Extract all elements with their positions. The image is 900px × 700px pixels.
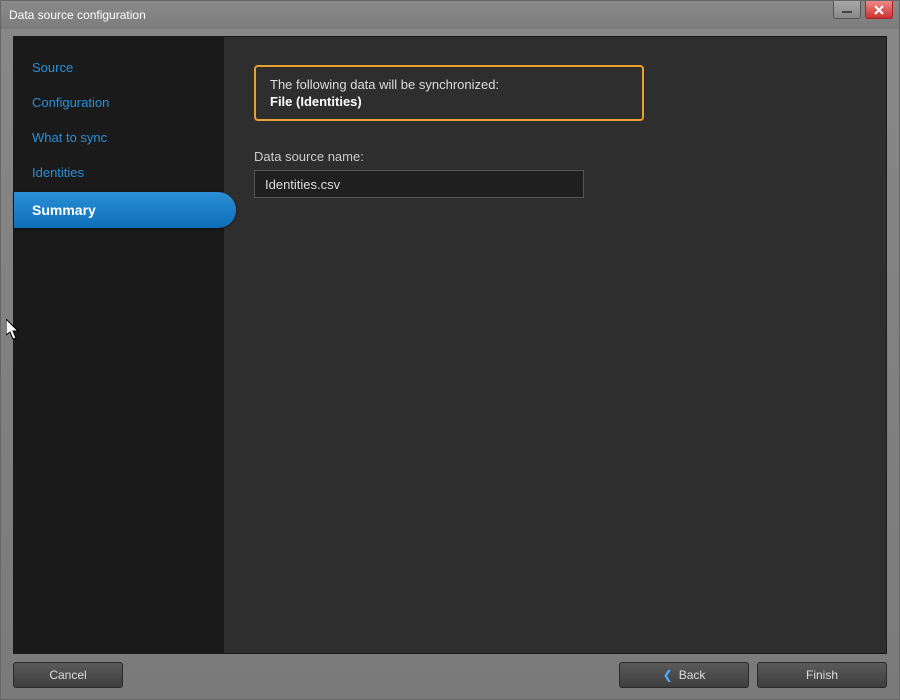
back-button-label: Back [679, 668, 706, 682]
sidebar-item-configuration[interactable]: Configuration [14, 87, 224, 118]
content-area: The following data will be synchronized:… [224, 37, 886, 653]
sidebar-item-summary[interactable]: Summary [14, 192, 236, 228]
close-icon [874, 5, 884, 15]
sync-info-panel: The following data will be synchronized:… [254, 65, 644, 121]
dialog-window: Data source configuration Source Configu… [0, 0, 900, 700]
sidebar-item-label: Summary [32, 202, 96, 218]
cancel-button[interactable]: Cancel [13, 662, 123, 688]
sidebar-item-label: Identities [32, 165, 84, 180]
sidebar-item-source[interactable]: Source [14, 52, 224, 83]
back-button[interactable]: ❮ Back [619, 662, 749, 688]
minimize-icon [842, 11, 852, 13]
sidebar-item-label: Source [32, 60, 73, 75]
data-source-name-label: Data source name: [254, 149, 856, 164]
cancel-button-label: Cancel [49, 668, 86, 682]
data-source-name-input[interactable] [254, 170, 584, 198]
finish-button-label: Finish [806, 668, 838, 682]
window-title: Data source configuration [9, 8, 146, 22]
titlebar: Data source configuration [1, 1, 899, 29]
titlebar-controls [833, 1, 899, 19]
close-button[interactable] [865, 1, 893, 19]
back-arrow-icon: ❮ [663, 668, 673, 682]
sidebar-item-what-to-sync[interactable]: What to sync [14, 122, 224, 153]
sidebar-item-label: What to sync [32, 130, 107, 145]
footer-right-group: ❮ Back Finish [619, 662, 887, 688]
minimize-button[interactable] [833, 1, 861, 19]
finish-button[interactable]: Finish [757, 662, 887, 688]
sync-info-detail: File (Identities) [270, 94, 628, 109]
wizard-sidebar: Source Configuration What to sync Identi… [14, 37, 224, 653]
sync-info-message: The following data will be synchronized: [270, 77, 628, 92]
sidebar-item-identities[interactable]: Identities [14, 157, 224, 188]
dialog-footer: Cancel ❮ Back Finish [13, 659, 887, 691]
dialog-body: Source Configuration What to sync Identi… [13, 36, 887, 654]
sidebar-item-label: Configuration [32, 95, 109, 110]
